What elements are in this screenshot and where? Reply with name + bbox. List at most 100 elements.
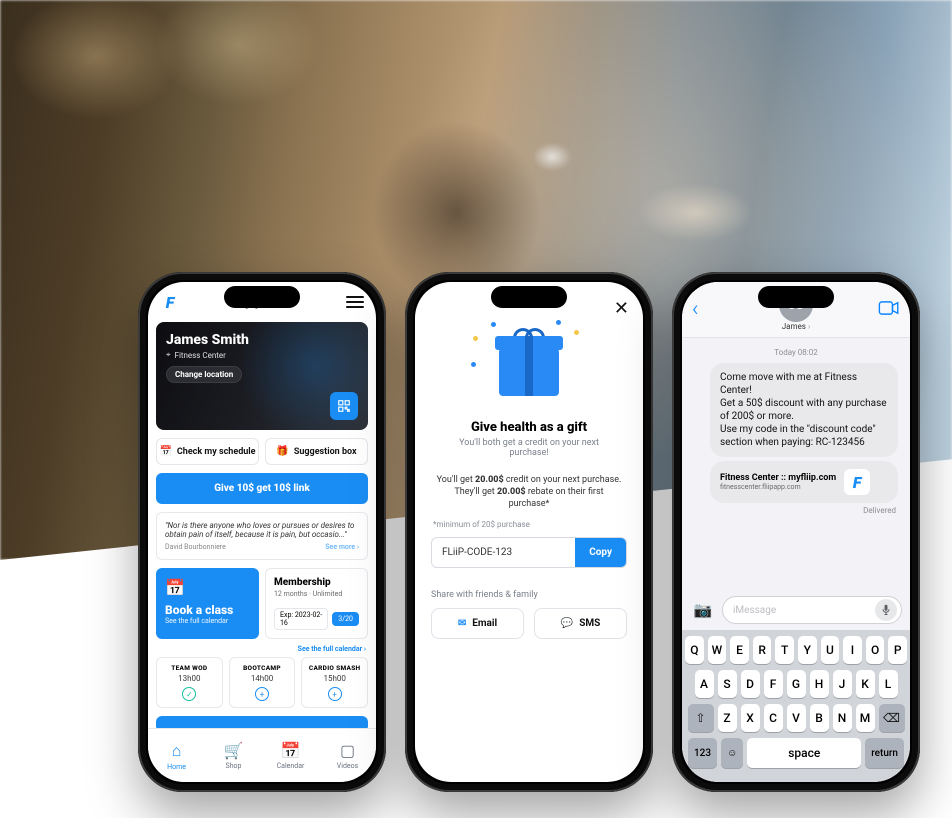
cart-icon: 🛒 <box>224 741 244 760</box>
calendar-tab-icon: 📅 <box>281 741 301 760</box>
key-n[interactable]: N <box>833 704 852 732</box>
gift-title: Give health as a gift <box>415 420 643 435</box>
key-m[interactable]: M <box>856 704 875 732</box>
tab-calendar[interactable]: 📅 Calendar <box>262 729 319 782</box>
key-l[interactable]: L <box>879 670 898 698</box>
tab-bar: ⌂ Home 🛒Shop 📅 Calendar ▢Videos <box>148 728 376 782</box>
facetime-icon[interactable] <box>878 299 900 320</box>
referral-cta-button[interactable]: Give 10$ get 10$ link <box>156 473 368 504</box>
delivered-status: Delivered <box>682 506 896 515</box>
gift-icon: 🎁 <box>276 446 288 457</box>
check-icon: ✓ <box>182 687 196 701</box>
key-d[interactable]: D <box>741 670 760 698</box>
key-u[interactable]: U <box>821 636 840 664</box>
key-k[interactable]: K <box>856 670 875 698</box>
key-o[interactable]: O <box>866 636 885 664</box>
phone-gift: ✕ Give health as a gift You'll both get … <box>405 272 653 792</box>
timestamp: Today 08:02 <box>682 348 910 357</box>
key-p[interactable]: P <box>888 636 907 664</box>
key-b[interactable]: B <box>810 704 829 732</box>
share-sms-button[interactable]: 💬 SMS <box>534 608 627 639</box>
contact-name[interactable]: James <box>782 322 811 331</box>
dictation-icon[interactable] <box>875 599 897 621</box>
membership-card[interactable]: Membership 12 months · Unlimited Exp: 20… <box>265 568 368 639</box>
change-location-button[interactable]: Change location <box>166 366 242 383</box>
class-card[interactable]: TEAM WOD13h00✓ <box>156 657 223 708</box>
key-q[interactable]: Q <box>685 636 704 664</box>
add-icon: + <box>255 687 269 701</box>
key-w[interactable]: W <box>708 636 727 664</box>
home-icon: ⌂ <box>172 741 182 761</box>
key-backspace[interactable]: ⌫ <box>879 704 905 732</box>
dynamic-island <box>758 286 834 308</box>
link-preview-bubble[interactable]: Fitness Center :: myfliip.com fitnesscen… <box>710 461 898 503</box>
location-pin-icon: ⌖ <box>166 350 171 360</box>
membership-expiry: Exp: 2023-02-16 <box>274 608 328 630</box>
referral-code-field: FLiiP-CODE-123 Copy <box>431 537 627 568</box>
link-title: Fitness Center :: myfliip.com <box>720 473 836 483</box>
profile-hero: James Smith ⌖Fitness Center Change locat… <box>156 322 368 430</box>
key-j[interactable]: J <box>833 670 852 698</box>
add-icon: + <box>328 687 342 701</box>
class-time: 14h00 <box>234 674 291 683</box>
see-full-calendar-link[interactable]: See the full calendar › <box>158 645 366 653</box>
keyboard: QWERTYUIOP ASDFGHJKL ⇧ZXCVBNM⌫ 123 ☺ spa… <box>682 630 910 782</box>
class-name: TEAM WOD <box>161 664 218 672</box>
gift-illustration <box>469 320 589 410</box>
message-input[interactable]: iMessage <box>722 596 902 624</box>
key-x[interactable]: X <box>741 704 760 732</box>
tab-home[interactable]: ⌂ Home <box>148 729 205 782</box>
phone-imessage: ‹ J S James Today 08:02 Come move with me… <box>672 272 920 792</box>
see-more-link[interactable]: See more › <box>325 543 359 551</box>
min-purchase-note: *minimum of 20$ purchase <box>433 520 625 529</box>
key-e[interactable]: E <box>730 636 749 664</box>
tab-label: Calendar <box>277 762 305 770</box>
tab-shop[interactable]: 🛒Shop <box>205 729 262 782</box>
key-z[interactable]: Z <box>718 704 737 732</box>
class-name: BOOTCAMP <box>234 664 291 672</box>
key-shift[interactable]: ⇧ <box>688 704 714 732</box>
book-class-subtitle: See the full calendar <box>165 617 250 625</box>
key-f[interactable]: F <box>764 670 783 698</box>
class-card[interactable]: BOOTCAMP 14h00 + <box>229 657 296 708</box>
qr-button[interactable] <box>330 392 358 420</box>
book-class-card[interactable]: 📅 Book a class See the full calendar <box>156 568 259 639</box>
email-icon: ✉ <box>458 618 466 629</box>
key-space[interactable]: space <box>747 738 861 768</box>
key-emoji[interactable]: ☺ <box>721 738 743 768</box>
key-v[interactable]: V <box>787 704 806 732</box>
key-a[interactable]: A <box>695 670 714 698</box>
tab-videos[interactable]: ▢Videos <box>319 729 376 782</box>
message-bubble: Come move with me at Fitness Center!Get … <box>710 363 898 457</box>
suggestion-box-button[interactable]: 🎁Suggestion box <box>265 438 368 465</box>
close-icon[interactable]: ✕ <box>614 298 629 319</box>
key-y[interactable]: Y <box>798 636 817 664</box>
tab-label: Home <box>167 763 186 771</box>
input-placeholder: iMessage <box>733 605 776 616</box>
email-label: Email <box>472 618 497 629</box>
key-g[interactable]: G <box>787 670 806 698</box>
menu-icon[interactable] <box>346 296 364 308</box>
sms-icon: 💬 <box>561 618 573 629</box>
membership-subtitle: 12 months · Unlimited <box>274 590 359 598</box>
key-i[interactable]: I <box>843 636 862 664</box>
quote-author: David Bourbonniere <box>165 543 226 551</box>
key-t[interactable]: T <box>775 636 794 664</box>
sms-label: SMS <box>579 618 600 629</box>
key-s[interactable]: S <box>718 670 737 698</box>
copy-button[interactable]: Copy <box>575 538 626 567</box>
check-schedule-button[interactable]: 📅Check my schedule <box>156 438 259 465</box>
referral-code[interactable]: FLiiP-CODE-123 <box>432 538 575 567</box>
key-h[interactable]: H <box>810 670 829 698</box>
camera-icon[interactable]: 📷 <box>690 597 716 623</box>
key-c[interactable]: C <box>764 704 783 732</box>
message-composer: 📷 iMessage <box>682 590 910 630</box>
share-email-button[interactable]: ✉ Email <box>431 608 524 639</box>
user-name: James Smith <box>166 332 358 348</box>
key-r[interactable]: R <box>753 636 772 664</box>
back-icon[interactable]: ‹ <box>692 297 699 322</box>
key-return[interactable]: return <box>865 738 904 768</box>
key-123[interactable]: 123 <box>688 738 717 768</box>
link-app-icon: F <box>844 469 870 495</box>
class-card[interactable]: CARDIO SMASH15h00+ <box>301 657 368 708</box>
